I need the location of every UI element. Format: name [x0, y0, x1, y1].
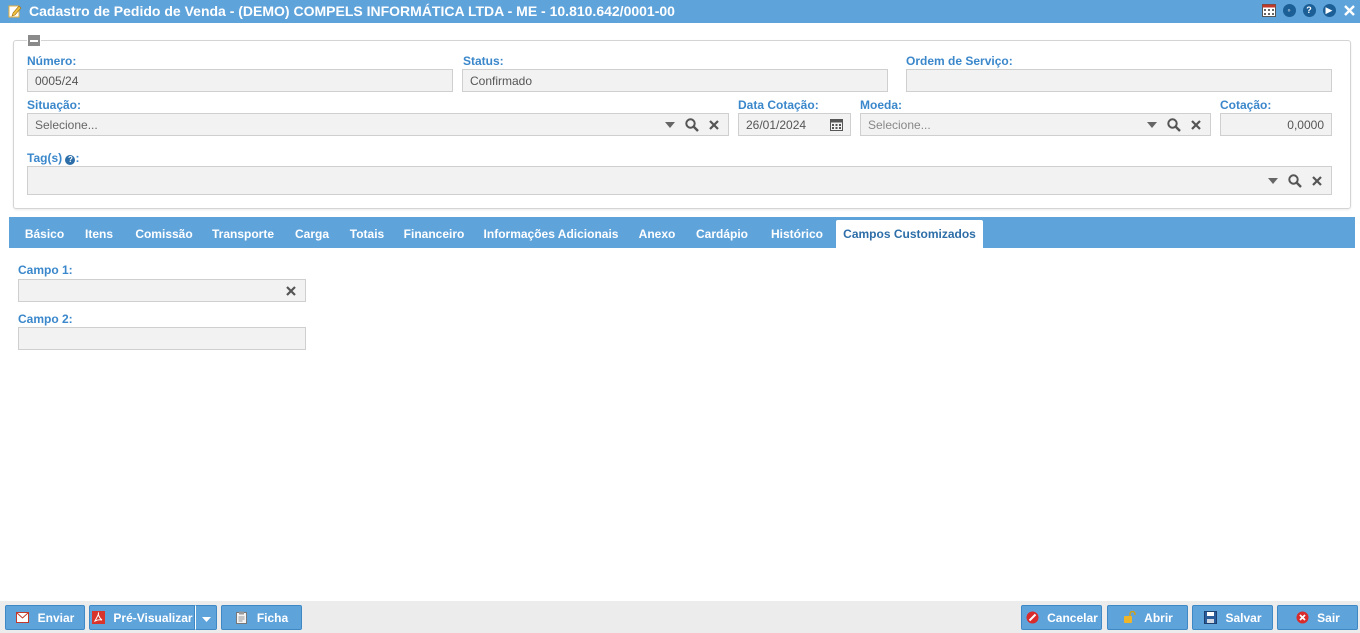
clear-icon[interactable]	[704, 115, 724, 135]
dropdown-icon[interactable]	[1263, 171, 1283, 191]
data-cotacao-label: Data Cotação:	[738, 98, 819, 112]
sair-label: Sair	[1317, 610, 1340, 625]
campo1-field[interactable]	[18, 279, 306, 302]
tab-comissao[interactable]: Comissão	[127, 220, 201, 248]
data-cotacao-value: 26/01/2024	[746, 118, 807, 132]
tags-select[interactable]	[27, 166, 1332, 195]
cancelar-label: Cancelar	[1047, 610, 1098, 625]
clear-icon[interactable]	[281, 281, 301, 301]
mail-icon	[16, 611, 30, 625]
ordem-servico-field[interactable]	[906, 69, 1332, 92]
data-cotacao-field[interactable]: 26/01/2024	[738, 113, 851, 136]
tags-label: Tag(s) ?:	[27, 151, 79, 165]
tab-financeiro[interactable]: Financeiro	[397, 220, 471, 248]
clipboard-icon	[235, 611, 249, 625]
play-icon[interactable]: ▶	[1322, 3, 1336, 17]
ficha-button[interactable]: Ficha	[221, 605, 302, 630]
previsualizar-button[interactable]: Pré-Visualizar	[89, 605, 195, 630]
abrir-button[interactable]: Abrir	[1107, 605, 1188, 630]
window-titlebar: Cadastro de Pedido de Venda - (DEMO) COM…	[0, 0, 1360, 23]
tab-totais[interactable]: Totais	[343, 220, 391, 248]
help-icon[interactable]: ?	[65, 155, 76, 165]
clear-icon[interactable]	[1186, 115, 1206, 135]
help-icon[interactable]: ?	[1302, 3, 1316, 17]
cancel-icon	[1025, 611, 1039, 625]
enviar-label: Enviar	[37, 610, 75, 625]
calendar-icon[interactable]	[1262, 3, 1276, 17]
edit-icon	[8, 4, 22, 18]
dropdown-icon[interactable]	[1142, 115, 1162, 135]
enviar-button[interactable]: Enviar	[5, 605, 85, 630]
ficha-label: Ficha	[256, 610, 289, 625]
cotacao-label: Cotação:	[1220, 98, 1272, 112]
window-title: Cadastro de Pedido de Venda - (DEMO) COM…	[29, 3, 675, 19]
tab-historico[interactable]: Histórico	[763, 220, 831, 248]
numero-field[interactable]: 0005/24	[27, 69, 453, 92]
tab-itens[interactable]: Itens	[75, 220, 123, 248]
situacao-label: Situação:	[27, 98, 82, 112]
tab-campos-customizados[interactable]: Campos Customizados	[836, 220, 983, 248]
exit-icon	[1295, 611, 1309, 625]
abrir-label: Abrir	[1144, 610, 1173, 625]
campo2-field[interactable]	[18, 327, 306, 350]
salvar-label: Salvar	[1225, 610, 1262, 625]
tab-cardapio[interactable]: Cardápio	[691, 220, 753, 248]
status-label: Status:	[463, 54, 504, 68]
dropdown-icon[interactable]	[660, 115, 680, 135]
settings-icon[interactable]: ◦	[1282, 3, 1296, 17]
status-field[interactable]: Confirmado	[462, 69, 888, 92]
sair-button[interactable]: Sair	[1277, 605, 1358, 630]
tab-anexo[interactable]: Anexo	[633, 220, 681, 248]
cotacao-field[interactable]: 0,0000	[1220, 113, 1332, 136]
dropdown-icon	[201, 611, 211, 625]
search-icon[interactable]	[1285, 171, 1305, 191]
save-icon	[1203, 611, 1217, 625]
tab-informacoes-adicionais[interactable]: Informações Adicionais	[479, 220, 623, 248]
campo2-label: Campo 2:	[18, 312, 73, 326]
tab-carga[interactable]: Carga	[287, 220, 337, 248]
numero-label: Número:	[27, 54, 77, 68]
moeda-placeholder: Selecione...	[868, 118, 931, 132]
unlock-icon	[1122, 611, 1136, 625]
previsualizar-label: Pré-Visualizar	[113, 610, 193, 625]
tags-label-colon: :	[75, 151, 80, 165]
search-icon[interactable]	[682, 115, 702, 135]
situacao-select[interactable]: Selecione...	[27, 113, 729, 136]
ordem-servico-label: Ordem de Serviço:	[906, 54, 1013, 68]
calendar-icon[interactable]	[826, 115, 846, 135]
collapse-toggle[interactable]	[27, 35, 41, 46]
cancelar-button[interactable]: Cancelar	[1021, 605, 1102, 630]
tab-bar: Básico Itens Comissão Transporte Carga T…	[9, 217, 1355, 248]
tab-basico[interactable]: Básico	[17, 220, 72, 248]
situacao-value: Selecione...	[35, 118, 98, 132]
close-icon[interactable]	[1342, 3, 1356, 17]
tab-transporte[interactable]: Transporte	[205, 220, 281, 248]
tags-label-text: Tag(s)	[27, 151, 63, 165]
clear-icon[interactable]	[1307, 171, 1327, 191]
moeda-select[interactable]: Selecione...	[860, 113, 1211, 136]
moeda-label: Moeda:	[860, 98, 902, 112]
salvar-button[interactable]: Salvar	[1192, 605, 1273, 630]
pdf-icon	[91, 611, 105, 625]
previsualizar-dropdown[interactable]	[195, 605, 217, 630]
campo1-label: Campo 1:	[18, 263, 73, 277]
search-icon[interactable]	[1164, 115, 1184, 135]
